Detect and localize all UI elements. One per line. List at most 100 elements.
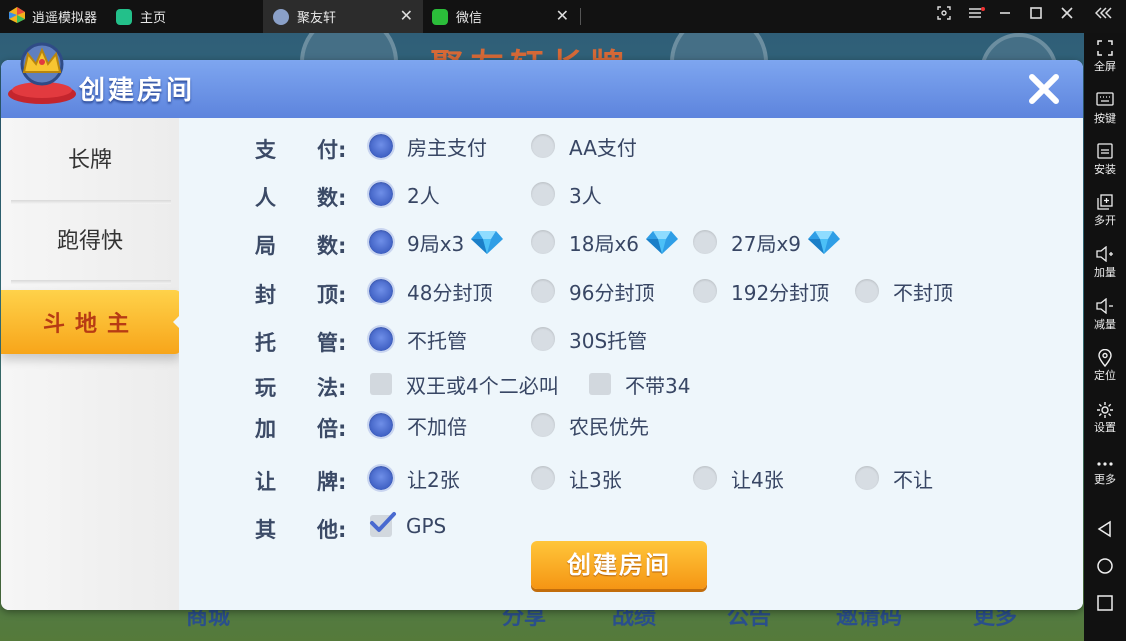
sidebar-item-volume-up[interactable]: 加量 bbox=[1084, 245, 1126, 279]
option-give-2[interactable]: 让2张 bbox=[369, 460, 460, 496]
create-room-button[interactable]: 创建房间 bbox=[531, 541, 707, 589]
sidebar-item-fullscreen[interactable]: 全屏 bbox=[1084, 40, 1126, 73]
radio-unselected[interactable] bbox=[531, 134, 555, 158]
radio-unselected[interactable] bbox=[531, 327, 555, 351]
row-handicap: 让牌: 让2张 让3张 让4张 不让 bbox=[179, 460, 1083, 496]
option-no-auto[interactable]: 不托管 bbox=[369, 321, 467, 357]
create-room-dialog: 创建房间 长牌 跑得快 斗地主 支付: 房主支付 AA支付 人数: 2人 3人 … bbox=[1, 60, 1083, 610]
option-host-pay[interactable]: 房主支付 bbox=[369, 128, 487, 164]
sidebar-item-more[interactable]: 更多 bbox=[1084, 453, 1126, 486]
emulator-titlebar: 逍遥模拟器 主页 聚友轩 ✕ 微信 ✕ bbox=[0, 0, 1126, 33]
tab-wechat[interactable]: 微信 ✕ bbox=[424, 0, 579, 33]
sidebar-item-install[interactable]: 安装 bbox=[1084, 143, 1126, 176]
row-auto-play: 托管: 不托管 30S托管 bbox=[179, 321, 1083, 357]
radio-unselected[interactable] bbox=[693, 466, 717, 490]
diamond-icon bbox=[471, 231, 504, 254]
radio-unselected[interactable] bbox=[855, 466, 879, 490]
crown-icon bbox=[4, 38, 80, 108]
option-2-players[interactable]: 2人 bbox=[369, 176, 440, 212]
radio-unselected[interactable] bbox=[693, 230, 717, 254]
radio-unselected[interactable] bbox=[855, 279, 879, 303]
maximize-icon[interactable] bbox=[1026, 6, 1046, 26]
screenshot-icon[interactable] bbox=[934, 6, 954, 26]
tab-wechat-label: 微信 bbox=[456, 11, 483, 26]
option-aa-pay[interactable]: AA支付 bbox=[531, 128, 637, 164]
menu-item-doudizhu[interactable]: 斗地主 bbox=[1, 290, 181, 354]
back-icon[interactable] bbox=[1096, 520, 1114, 538]
row-score-cap: 封顶: 48分封顶 96分封顶 192分封顶 不封顶 bbox=[179, 273, 1083, 309]
radio-unselected[interactable] bbox=[531, 279, 555, 303]
menu-item-changpai[interactable]: 长牌 bbox=[1, 118, 179, 198]
option-27-rounds[interactable]: 27局x9 bbox=[693, 224, 841, 260]
radio-unselected[interactable] bbox=[531, 230, 555, 254]
option-no-34[interactable]: 不带34 bbox=[589, 366, 690, 402]
option-give-4[interactable]: 让4张 bbox=[693, 460, 784, 496]
option-cap-48[interactable]: 48分封顶 bbox=[369, 273, 492, 309]
home-tab-icon bbox=[116, 8, 132, 25]
radio-selected[interactable] bbox=[369, 230, 393, 254]
tab-close-icon[interactable]: ✕ bbox=[400, 8, 413, 24]
option-farmer-first[interactable]: 农民优先 bbox=[531, 407, 649, 443]
option-must-call[interactable]: 双王或4个二必叫 bbox=[370, 366, 559, 402]
close-button[interactable] bbox=[1023, 68, 1065, 110]
location-icon bbox=[1084, 348, 1126, 368]
sidebar-item-keys[interactable]: 按键 bbox=[1084, 92, 1126, 125]
tab-juyouxuan[interactable]: 聚友轩 ✕ bbox=[263, 0, 423, 33]
radio-selected[interactable] bbox=[369, 279, 393, 303]
keyboard-icon bbox=[1084, 92, 1126, 110]
app-name: 逍遥模拟器 bbox=[32, 11, 98, 26]
window-close-icon[interactable] bbox=[1057, 6, 1077, 26]
checkbox-unchecked[interactable] bbox=[370, 373, 392, 395]
recent-apps-icon[interactable] bbox=[1096, 594, 1114, 612]
tab-juyouxuan-label: 聚友轩 bbox=[297, 11, 337, 26]
row-rounds: 局数: 9局x3 18局x6 27局x9 bbox=[179, 224, 1083, 260]
apk-icon bbox=[1084, 143, 1126, 161]
row-double: 加倍: 不加倍 农民优先 bbox=[179, 407, 1083, 443]
tab-close-icon[interactable]: ✕ bbox=[556, 8, 569, 24]
notification-dot bbox=[981, 7, 985, 11]
radio-selected[interactable] bbox=[369, 466, 393, 490]
row-rules: 玩法: 双王或4个二必叫 不带34 bbox=[179, 366, 1083, 402]
option-3-players[interactable]: 3人 bbox=[531, 176, 602, 212]
radio-selected[interactable] bbox=[369, 182, 393, 206]
option-18-rounds[interactable]: 18局x6 bbox=[531, 224, 679, 260]
tab-home[interactable]: 主页 bbox=[112, 0, 262, 33]
multi-instance-icon bbox=[1084, 194, 1126, 212]
option-no-double[interactable]: 不加倍 bbox=[369, 407, 467, 443]
row-other: 其他: GPS bbox=[179, 508, 1083, 544]
radio-selected[interactable] bbox=[369, 327, 393, 351]
option-cap-96[interactable]: 96分封顶 bbox=[531, 273, 654, 309]
menu-divider bbox=[11, 280, 171, 284]
sidebar-item-multi[interactable]: 多开 bbox=[1084, 194, 1126, 227]
option-gps[interactable]: GPS bbox=[370, 508, 446, 544]
radio-unselected[interactable] bbox=[531, 413, 555, 437]
sidebar-item-volume-down[interactable]: 减量 bbox=[1084, 297, 1126, 331]
minimize-icon[interactable] bbox=[995, 6, 1015, 26]
radio-selected[interactable] bbox=[369, 134, 393, 158]
collapse-sidebar-icon[interactable] bbox=[1094, 6, 1114, 26]
radio-unselected[interactable] bbox=[531, 182, 555, 206]
menu-item-label: 斗地主 bbox=[42, 312, 139, 337]
checkbox-unchecked[interactable] bbox=[589, 373, 611, 395]
radio-unselected[interactable] bbox=[531, 466, 555, 490]
game-type-menu: 长牌 跑得快 斗地主 bbox=[1, 118, 181, 610]
option-no-give[interactable]: 不让 bbox=[855, 460, 933, 496]
option-9-rounds[interactable]: 9局x3 bbox=[369, 224, 504, 260]
radio-unselected[interactable] bbox=[693, 279, 717, 303]
checkbox-checked[interactable] bbox=[370, 512, 396, 537]
option-auto-30s[interactable]: 30S托管 bbox=[531, 321, 647, 357]
home-icon[interactable] bbox=[1096, 557, 1114, 575]
option-no-cap[interactable]: 不封顶 bbox=[855, 273, 953, 309]
fullscreen-icon bbox=[1084, 40, 1126, 58]
radio-selected[interactable] bbox=[369, 413, 393, 437]
menu-icon[interactable] bbox=[965, 6, 985, 26]
menu-item-paodekuai[interactable]: 跑得快 bbox=[1, 204, 179, 274]
sidebar-item-settings[interactable]: 设置 bbox=[1084, 401, 1126, 434]
option-cap-192[interactable]: 192分封顶 bbox=[693, 273, 829, 309]
row-players: 人数: 2人 3人 bbox=[179, 176, 1083, 212]
dialog-title: 创建房间 bbox=[79, 76, 196, 106]
sidebar-item-location[interactable]: 定位 bbox=[1084, 348, 1126, 382]
checkmark-icon bbox=[370, 512, 396, 532]
option-give-3[interactable]: 让3张 bbox=[531, 460, 622, 496]
emulator-logo-icon bbox=[8, 6, 26, 28]
